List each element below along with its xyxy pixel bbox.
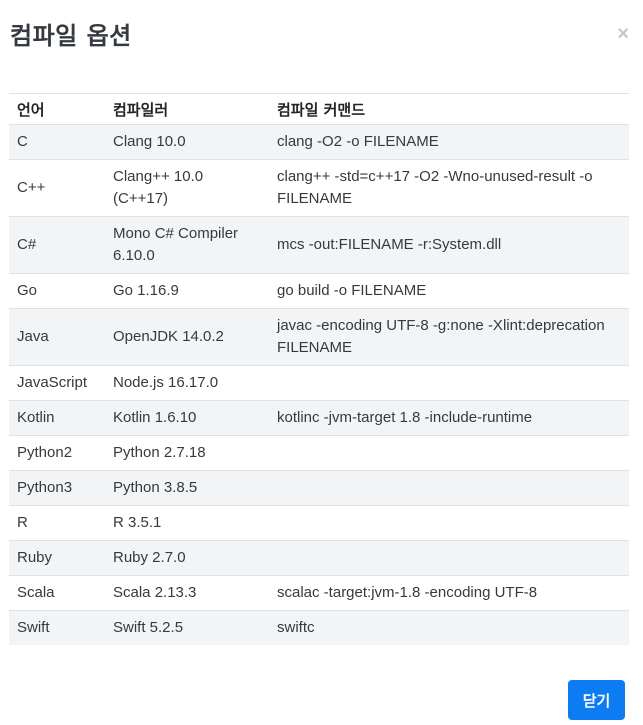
cell-language: C# bbox=[9, 216, 105, 274]
compile-options-modal: 컴파일 옵션 × 언어 컴파일러 컴파일 커맨드 C Clang 10.0 cl… bbox=[0, 0, 643, 725]
table-row: Python3 Python 3.8.5 bbox=[9, 470, 629, 506]
cell-language: R bbox=[9, 505, 105, 541]
cell-command: scalac -target:jvm-1.8 -encoding UTF-8 bbox=[269, 575, 629, 611]
table-row: C Clang 10.0 clang -O2 -o FILENAME bbox=[9, 124, 629, 160]
cell-compiler: Node.js 16.17.0 bbox=[105, 365, 269, 401]
cell-compiler: Python 3.8.5 bbox=[105, 470, 269, 506]
table-row: Ruby Ruby 2.7.0 bbox=[9, 540, 629, 576]
table-row: C# Mono C# Compiler 6.10.0 mcs -out:FILE… bbox=[9, 216, 629, 274]
modal-title: 컴파일 옵션 bbox=[10, 22, 132, 50]
close-button[interactable]: 닫기 bbox=[568, 680, 625, 720]
cell-language: Ruby bbox=[9, 540, 105, 576]
cell-language: Go bbox=[9, 273, 105, 309]
cell-language: C bbox=[9, 124, 105, 160]
table-header-row: 언어 컴파일러 컴파일 커맨드 bbox=[9, 93, 629, 125]
column-header-command: 컴파일 커맨드 bbox=[269, 93, 629, 125]
cell-command bbox=[269, 540, 629, 576]
cell-compiler: Scala 2.13.3 bbox=[105, 575, 269, 611]
column-header-language: 언어 bbox=[9, 93, 105, 125]
cell-language: Scala bbox=[9, 575, 105, 611]
cell-compiler: Mono C# Compiler 6.10.0 bbox=[105, 216, 269, 274]
cell-language: JavaScript bbox=[9, 365, 105, 401]
table-row: Go Go 1.16.9 go build -o FILENAME bbox=[9, 273, 629, 309]
cell-command: mcs -out:FILENAME -r:System.dll bbox=[269, 216, 629, 274]
table-row: Java OpenJDK 14.0.2 javac -encoding UTF-… bbox=[9, 308, 629, 366]
cell-compiler: Swift 5.2.5 bbox=[105, 610, 269, 645]
cell-language: Python3 bbox=[9, 470, 105, 506]
compile-options-table-container: 언어 컴파일러 컴파일 커맨드 C Clang 10.0 clang -O2 -… bbox=[9, 93, 629, 645]
compile-options-table: 언어 컴파일러 컴파일 커맨드 C Clang 10.0 clang -O2 -… bbox=[9, 93, 629, 645]
table-row: Kotlin Kotlin 1.6.10 kotlinc -jvm-target… bbox=[9, 400, 629, 436]
cell-language: Python2 bbox=[9, 435, 105, 471]
cell-compiler: Python 2.7.18 bbox=[105, 435, 269, 471]
cell-compiler: R 3.5.1 bbox=[105, 505, 269, 541]
table-body: C Clang 10.0 clang -O2 -o FILENAME C++ C… bbox=[9, 124, 629, 645]
cell-compiler: Ruby 2.7.0 bbox=[105, 540, 269, 576]
cell-command: kotlinc -jvm-target 1.8 -include-runtime bbox=[269, 400, 629, 436]
cell-command: javac -encoding UTF-8 -g:none -Xlint:dep… bbox=[269, 308, 629, 366]
table-header: 언어 컴파일러 컴파일 커맨드 bbox=[9, 93, 629, 125]
cell-language: Java bbox=[9, 308, 105, 366]
cell-command: clang -O2 -o FILENAME bbox=[269, 124, 629, 160]
modal-header: 컴파일 옵션 × bbox=[0, 0, 643, 70]
cell-command bbox=[269, 435, 629, 471]
cell-command: swiftc bbox=[269, 610, 629, 645]
table-row: Python2 Python 2.7.18 bbox=[9, 435, 629, 471]
cell-compiler: Clang 10.0 bbox=[105, 124, 269, 160]
column-header-compiler: 컴파일러 bbox=[105, 93, 269, 125]
cell-command: go build -o FILENAME bbox=[269, 273, 629, 309]
cell-command bbox=[269, 505, 629, 541]
cell-compiler: Kotlin 1.6.10 bbox=[105, 400, 269, 436]
close-icon[interactable]: × bbox=[617, 24, 629, 44]
table-row: Swift Swift 5.2.5 swiftc bbox=[9, 610, 629, 645]
table-row: C++ Clang++ 10.0 (C++17) clang++ -std=c+… bbox=[9, 159, 629, 217]
cell-language: Swift bbox=[9, 610, 105, 645]
cell-compiler: Clang++ 10.0 (C++17) bbox=[105, 159, 269, 217]
table-row: R R 3.5.1 bbox=[9, 505, 629, 541]
cell-command: clang++ -std=c++17 -O2 -Wno-unused-resul… bbox=[269, 159, 629, 217]
cell-language: Kotlin bbox=[9, 400, 105, 436]
cell-compiler: Go 1.16.9 bbox=[105, 273, 269, 309]
table-row: Scala Scala 2.13.3 scalac -target:jvm-1.… bbox=[9, 575, 629, 611]
table-row: JavaScript Node.js 16.17.0 bbox=[9, 365, 629, 401]
cell-language: C++ bbox=[9, 159, 105, 217]
cell-command bbox=[269, 470, 629, 506]
cell-compiler: OpenJDK 14.0.2 bbox=[105, 308, 269, 366]
cell-command bbox=[269, 365, 629, 401]
